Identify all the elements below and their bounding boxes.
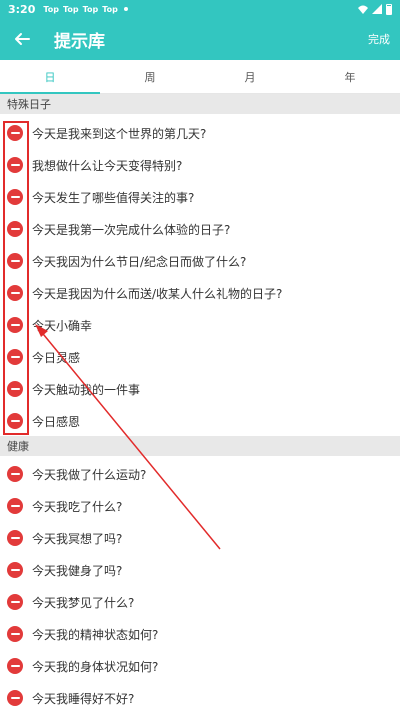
list-item-label: 今天我健身了吗? xyxy=(32,563,123,578)
list-item-label: 今天我吃了什么? xyxy=(32,499,123,514)
tab-month[interactable]: 月 xyxy=(200,60,300,93)
minus-circle-icon[interactable] xyxy=(7,626,23,642)
tab-day[interactable]: 日 xyxy=(0,60,100,94)
minus-circle-icon[interactable] xyxy=(7,498,23,514)
wifi-icon xyxy=(358,5,368,14)
annotation-highlight-box xyxy=(3,121,29,435)
list-item-label: 今日灵感 xyxy=(32,350,81,365)
list-item[interactable]: 今天触动我的一件事 xyxy=(0,373,400,405)
list-item[interactable]: 今日感恩 xyxy=(0,405,400,437)
list-item-label: 我想做什么让今天变得特别? xyxy=(32,158,183,173)
list-item[interactable]: 今天我冥想了吗? xyxy=(0,522,400,554)
list-item-label: 今天我的精神状态如何? xyxy=(32,627,159,642)
battery-icon xyxy=(386,3,392,15)
notification-label: Top xyxy=(63,4,79,14)
list-item-label: 今天小确幸 xyxy=(32,318,93,333)
list-item[interactable]: 今日灵感 xyxy=(0,341,400,373)
list-item[interactable]: 今天是我因为什么而送/收某人什么礼物的日子? xyxy=(0,277,400,309)
status-bar: 3:20 Top Top Top Top xyxy=(0,0,400,18)
notification-label: Top xyxy=(82,4,99,14)
list-item-label: 今天发生了哪些值得关注的事? xyxy=(32,190,195,205)
list-item-label: 今天我因为什么节日/纪念日而做了什么? xyxy=(32,254,247,269)
list-item[interactable]: 今天小确幸 xyxy=(0,309,400,341)
section-header-special-days: 特殊日子 xyxy=(0,94,400,114)
list-item-label: 今天是我来到这个世界的第几天? xyxy=(32,126,207,141)
list-item-label: 今日感恩 xyxy=(32,414,81,429)
done-button[interactable]: 完成 xyxy=(368,31,390,47)
notification-dot-icon xyxy=(123,7,128,11)
special-days-list: 今天是我来到这个世界的第几天? 我想做什么让今天变得特别? 今天发生了哪些值得关… xyxy=(0,117,400,437)
list-item[interactable]: 今天我的精神状态如何? xyxy=(0,618,400,650)
section-header-health: 健康 xyxy=(0,436,400,456)
list-item[interactable]: 今天我健身了吗? xyxy=(0,554,400,586)
tab-year[interactable]: 年 xyxy=(300,60,400,93)
list-item[interactable]: 今天是我来到这个世界的第几天? xyxy=(0,117,400,149)
list-item-label: 今天我做了什么运动? xyxy=(32,467,147,482)
list-item[interactable]: 今天我做了什么运动? xyxy=(0,458,400,490)
list-item[interactable]: 今天是我第一次完成什么体验的日子? xyxy=(0,213,400,245)
arrow-left-icon xyxy=(15,33,30,45)
minus-circle-icon[interactable] xyxy=(7,658,23,674)
minus-circle-icon[interactable] xyxy=(7,690,23,706)
list-item[interactable]: 我想做什么让今天变得特别? xyxy=(0,149,400,181)
list-item[interactable]: 今天我吃了什么? xyxy=(0,490,400,522)
list-item-label: 今天我睡得好不好? xyxy=(32,691,135,706)
notification-label: Top xyxy=(43,4,59,14)
page-title: 提示库 xyxy=(54,31,105,52)
status-time: 3:20 xyxy=(8,2,36,16)
list-item-label: 今天是我因为什么而送/收某人什么礼物的日子? xyxy=(32,286,283,301)
list-item[interactable]: 今天我因为什么节日/纪念日而做了什么? xyxy=(0,245,400,277)
app-bar: 提示库 完成 xyxy=(0,18,400,60)
list-item[interactable]: 今天我梦见了什么? xyxy=(0,586,400,618)
minus-circle-icon[interactable] xyxy=(7,562,23,578)
notification-label: Top xyxy=(102,4,118,14)
list-item-label: 今天触动我的一件事 xyxy=(32,382,141,397)
list-item-label: 今天我冥想了吗? xyxy=(32,531,123,546)
health-list: 今天我做了什么运动? 今天我吃了什么? 今天我冥想了吗? 今天我健身了吗? 今天… xyxy=(0,458,400,710)
minus-circle-icon[interactable] xyxy=(7,466,23,482)
minus-circle-icon[interactable] xyxy=(7,594,23,610)
signal-icon xyxy=(372,4,382,14)
minus-circle-icon[interactable] xyxy=(7,530,23,546)
back-button[interactable] xyxy=(4,18,40,60)
list-item-label: 今天我梦见了什么? xyxy=(32,595,135,610)
list-item[interactable]: 今天我的身体状况如何? xyxy=(0,650,400,682)
list-item[interactable]: 今天我睡得好不好? xyxy=(0,682,400,710)
list-item-label: 今天是我第一次完成什么体验的日子? xyxy=(32,222,231,237)
status-icons xyxy=(358,3,392,15)
list-item[interactable]: 今天发生了哪些值得关注的事? xyxy=(0,181,400,213)
period-tabs: 日 周 月 年 xyxy=(0,60,400,94)
tab-week[interactable]: 周 xyxy=(100,60,200,93)
list-item-label: 今天我的身体状况如何? xyxy=(32,659,159,674)
